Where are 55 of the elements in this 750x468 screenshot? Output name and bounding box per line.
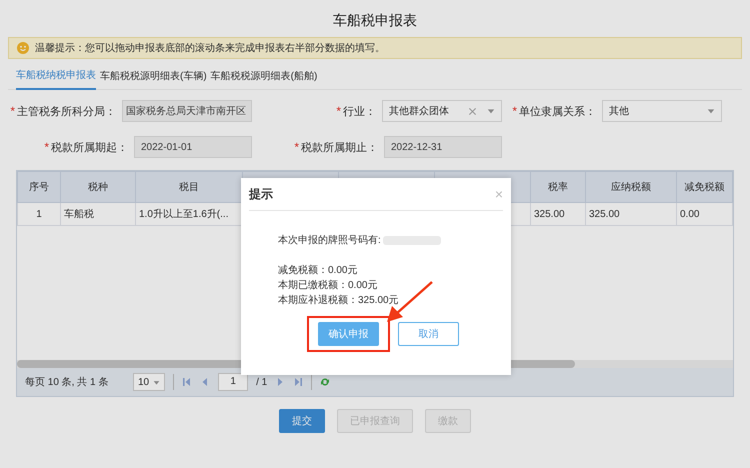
column-header: 应纳税额	[586, 172, 676, 202]
field-label: 主管税务所科分局：	[17, 104, 116, 118]
select-value: 10	[138, 376, 150, 388]
page-number-field[interactable]: 1	[218, 373, 248, 391]
field-label: 税款所属期止：	[301, 140, 378, 154]
action-button[interactable]: 提交	[279, 409, 325, 433]
select-value: 其他群众团体	[389, 104, 450, 118]
select-value: 其他	[609, 104, 630, 118]
pager-summary: 每页 10 条, 共 1 条	[25, 376, 110, 389]
last-page-icon[interactable]	[293, 377, 304, 387]
field-label: 单位隶属关系：	[519, 104, 596, 118]
clear-icon[interactable]	[468, 106, 477, 116]
dialog-button[interactable]: 取消	[398, 322, 459, 346]
caret-icon	[707, 107, 715, 115]
tab[interactable]: 车船税税源明细表(车辆)	[100, 65, 207, 89]
summary-line: 本期应补退税额：325.00元	[278, 294, 400, 308]
input-field: 国家税务总局天津市南开区	[122, 100, 252, 122]
refresh-icon[interactable]	[320, 377, 330, 387]
page-title: 车船税申报表	[332, 11, 418, 30]
column-header: 税率	[530, 172, 586, 202]
column-header: 减免税额	[676, 172, 732, 202]
table-cell: 325.00	[586, 202, 676, 226]
field-label: 税款所属期起：	[51, 140, 128, 154]
input-field: 2022-01-01	[134, 136, 252, 158]
required-mark: *	[336, 104, 341, 118]
input-field: 2022-12-31	[384, 136, 502, 158]
table-cell: 1	[18, 202, 60, 226]
table-cell: 车船税	[60, 202, 136, 226]
page-size-select[interactable]: 10	[133, 373, 166, 391]
notice-text: 温馨提示：您可以拖动申报表底部的滚动条来完成申报表右半部分数据的填写。	[35, 42, 385, 55]
required-mark: *	[294, 140, 299, 154]
required-mark: *	[44, 140, 49, 154]
column-header: 税目	[136, 172, 242, 202]
plate-label: 本次申报的牌照号码有:	[278, 234, 381, 247]
close-button[interactable]: ×	[494, 186, 503, 202]
tab[interactable]: 车船税纳税申报表	[16, 64, 96, 90]
required-mark: *	[512, 104, 517, 118]
table-cell: 0.00	[676, 202, 732, 226]
field-label: 行业：	[343, 104, 376, 118]
page-total: / 1	[256, 376, 268, 388]
caret-icon	[487, 107, 495, 115]
select-field[interactable]: 其他	[602, 100, 722, 122]
tab[interactable]: 车船税税源明细表(船舶)	[210, 65, 318, 89]
required-mark: *	[10, 104, 15, 118]
dialog-title: 提示	[249, 186, 273, 202]
dialog-button[interactable]: 确认申报	[318, 322, 379, 346]
caret-icon	[153, 378, 160, 386]
column-header: 税种	[60, 172, 136, 202]
select-field[interactable]: 其他群众团体	[382, 100, 502, 122]
summary-line: 减免税额：0.00元	[278, 264, 358, 278]
summary-line: 本期已缴税额：0.00元	[278, 278, 378, 293]
first-page-icon[interactable]	[182, 377, 192, 387]
smiley-icon	[17, 42, 29, 54]
column-header: 序号	[18, 172, 60, 202]
table-cell: 325.00	[530, 202, 586, 226]
